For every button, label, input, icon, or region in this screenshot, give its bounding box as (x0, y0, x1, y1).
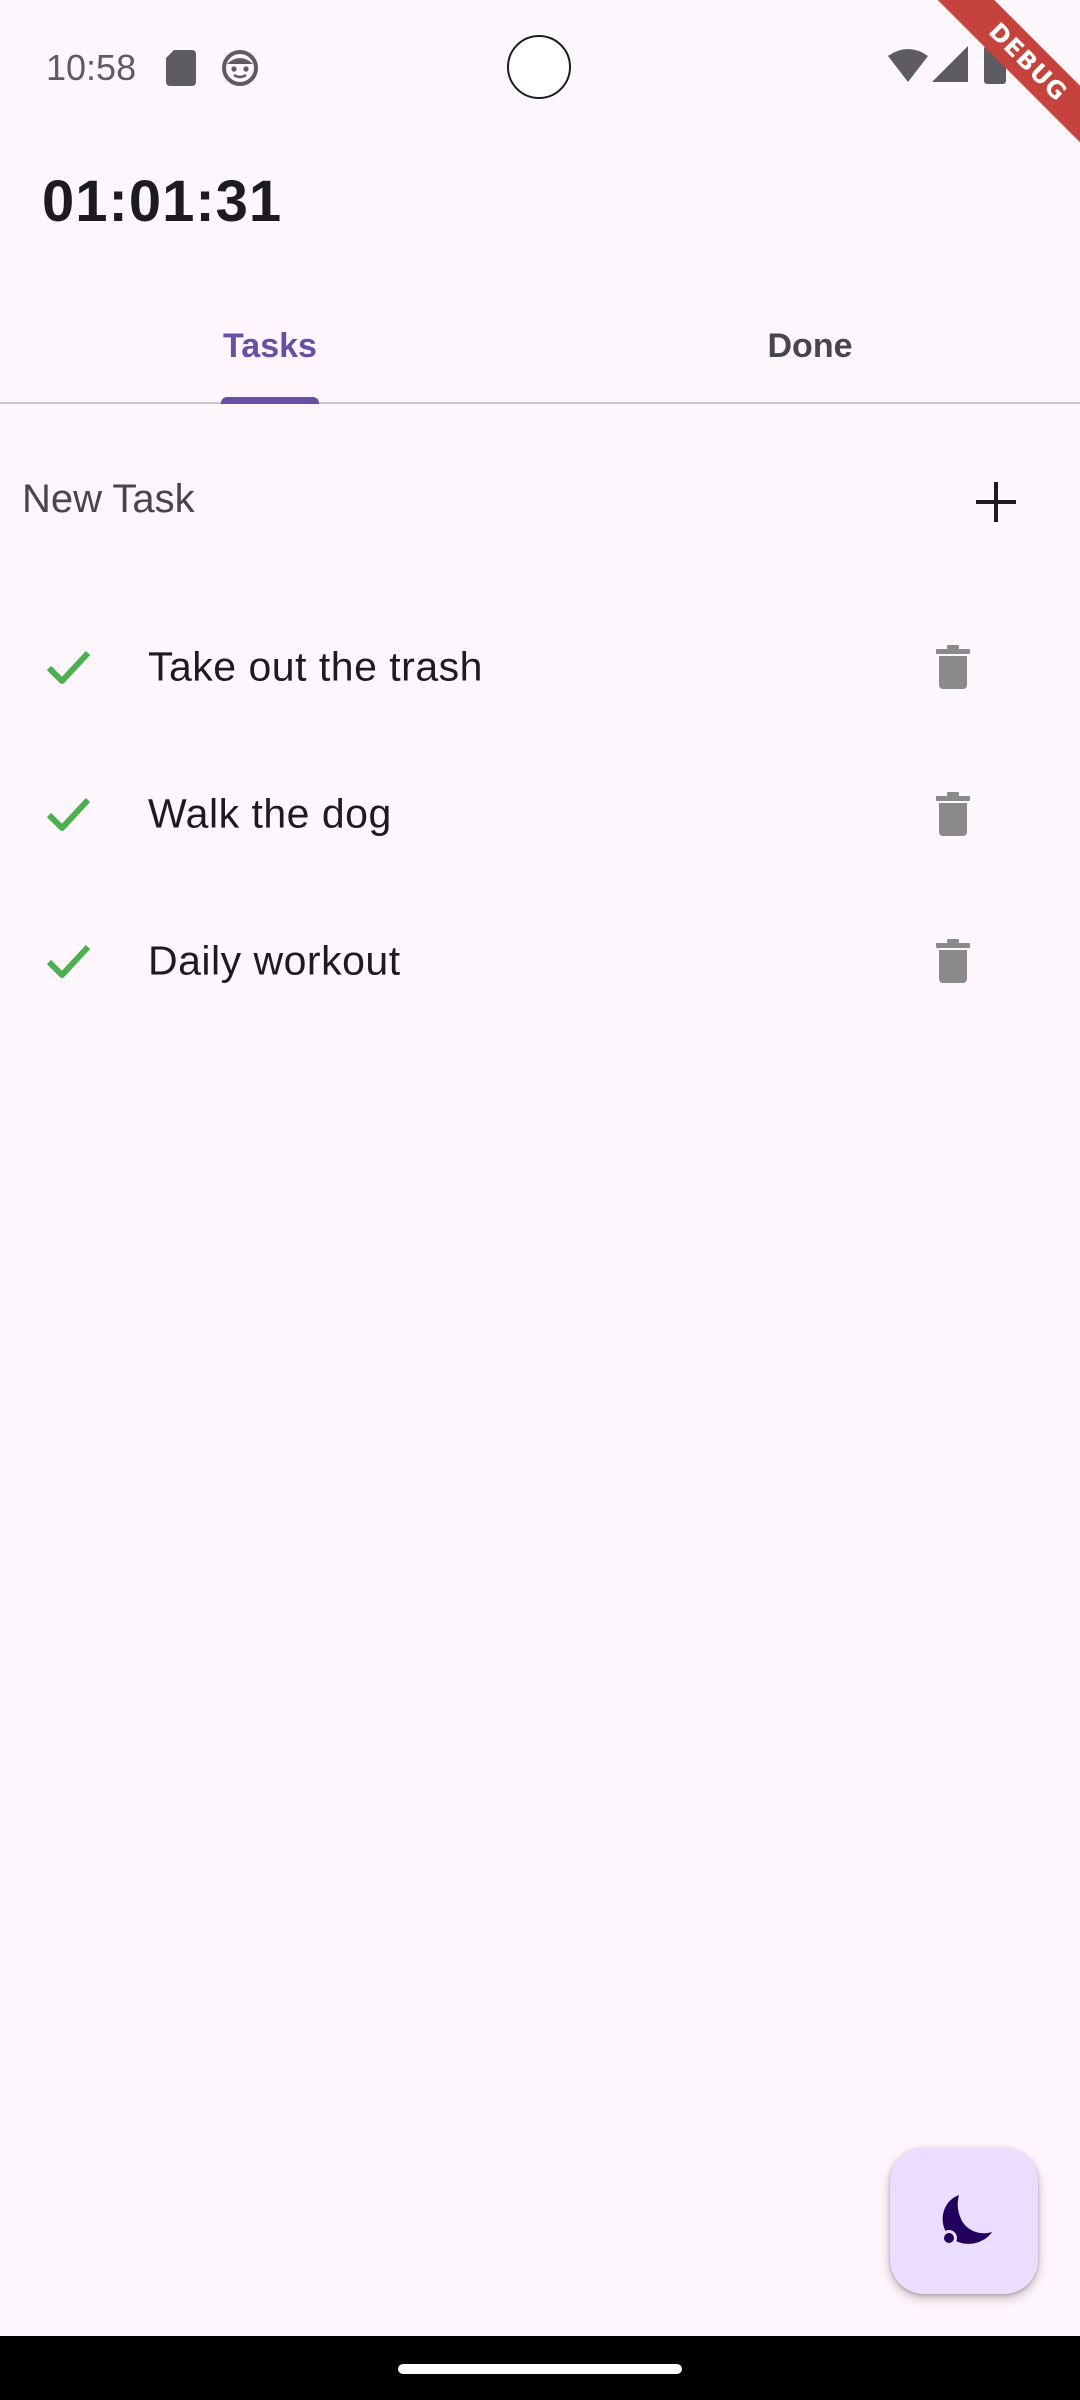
trash-icon (936, 645, 970, 689)
delete-task-button[interactable] (920, 634, 986, 700)
timer-display: 01:01:31 (42, 169, 283, 234)
task-row: Walk the dog (0, 741, 1080, 887)
tab-tasks[interactable]: Tasks (0, 290, 540, 402)
task-row: Take out the trash (0, 594, 1080, 740)
sd-card-icon (166, 50, 196, 86)
wifi-icon (888, 49, 928, 82)
theme-toggle-fab[interactable] (890, 2148, 1038, 2294)
task-label: Walk the dog (148, 790, 392, 837)
task-row: Daily workout (0, 888, 1080, 1034)
tab-divider (0, 402, 1080, 404)
tab-bar: Tasks Done (0, 290, 1080, 404)
delete-task-button[interactable] (920, 781, 986, 847)
trash-icon (936, 792, 970, 836)
signal-icon (932, 46, 968, 82)
new-task-input[interactable] (22, 464, 842, 534)
plus-icon (976, 482, 1016, 522)
home-handle[interactable] (398, 2364, 682, 2374)
add-task-button[interactable] (956, 462, 1036, 542)
check-icon (46, 797, 91, 831)
face-icon (222, 50, 258, 86)
status-time: 10:58 (46, 47, 137, 88)
check-icon (46, 944, 91, 978)
battery-icon (984, 42, 1006, 84)
camera-cutout (507, 35, 571, 99)
tab-indicator (221, 397, 319, 404)
trash-icon (936, 939, 970, 983)
delete-task-button[interactable] (920, 928, 986, 994)
task-label: Take out the trash (148, 643, 483, 690)
moon-icon (941, 2195, 992, 2246)
task-list: Take out the trash Walk the dog Daily wo… (0, 594, 1080, 1034)
tab-done[interactable]: Done (540, 290, 1080, 402)
check-icon (46, 650, 91, 684)
task-label: Daily workout (148, 937, 401, 984)
